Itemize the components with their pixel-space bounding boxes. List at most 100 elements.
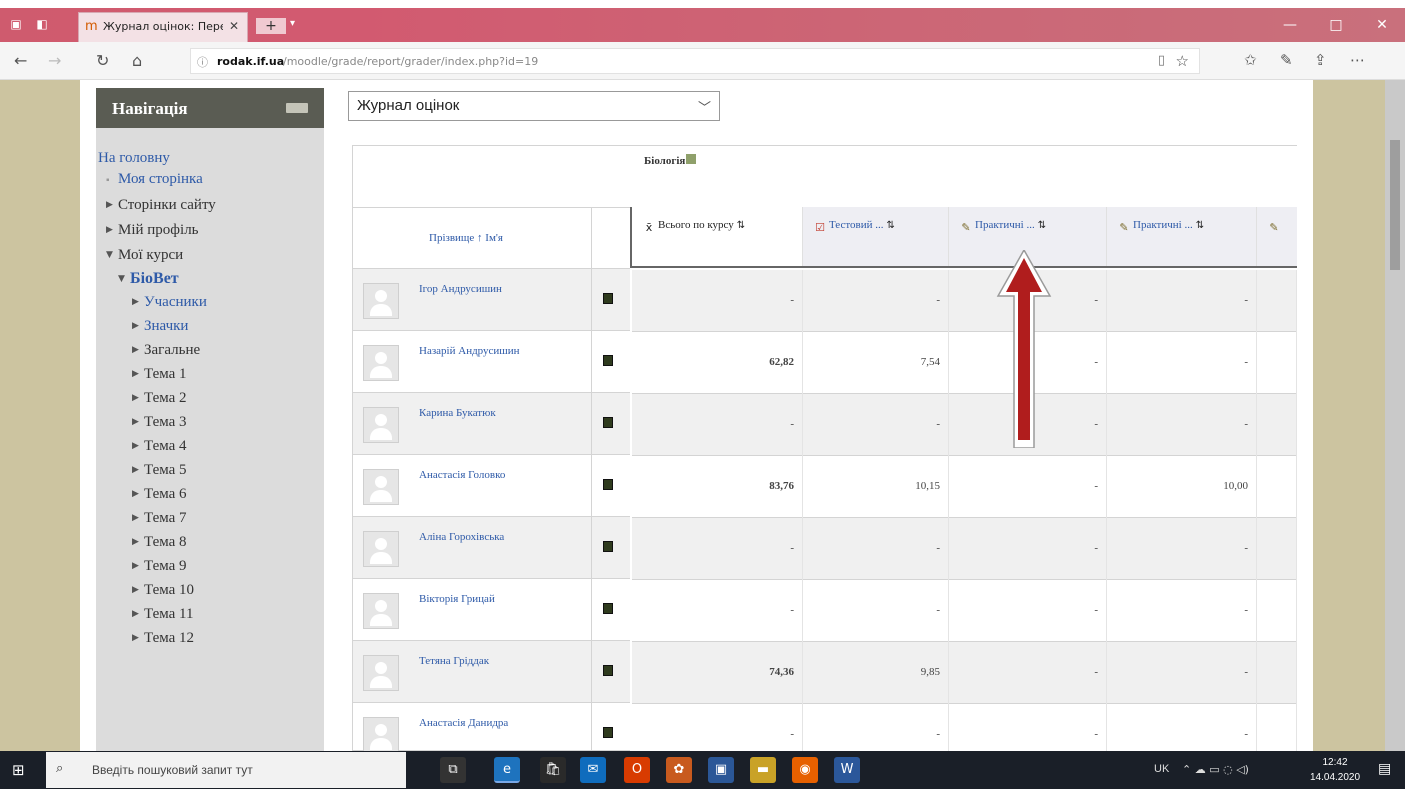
- sort-icon[interactable]: ⇅: [737, 220, 745, 231]
- paint-icon[interactable]: ✿: [666, 757, 692, 783]
- office-icon[interactable]: O: [624, 757, 650, 783]
- edge-browser-icon[interactable]: e: [494, 757, 520, 783]
- notifications-icon[interactable]: ▤: [1378, 761, 1391, 777]
- grade-item-header[interactable]: x̄ Всього по курсу ⇅: [632, 207, 803, 266]
- grade-cell[interactable]: -: [632, 580, 803, 642]
- maximize-button[interactable]: □: [1313, 8, 1359, 42]
- grade-cell[interactable]: [1257, 456, 1297, 518]
- user-report-icon[interactable]: [603, 541, 613, 552]
- grade-item-header[interactable]: ✎: [1257, 207, 1297, 266]
- grade-cell[interactable]: 7,54: [803, 332, 949, 394]
- forward-icon[interactable]: →: [48, 51, 61, 70]
- grade-cell[interactable]: -: [803, 704, 949, 751]
- nav-participants[interactable]: ▶ Учасники: [132, 294, 207, 311]
- word-icon[interactable]: W: [834, 757, 860, 783]
- grade-cell[interactable]: -: [632, 518, 803, 580]
- grade-cell[interactable]: -: [803, 394, 949, 456]
- minimize-button[interactable]: —: [1267, 8, 1313, 42]
- more-icon[interactable]: ⋯: [1350, 51, 1365, 69]
- grade-cell[interactable]: -: [803, 518, 949, 580]
- avatar[interactable]: [363, 717, 399, 753]
- tab-gradebook[interactable]: m Журнал оцінок: Перегл ✕: [78, 12, 248, 42]
- tab-close-icon[interactable]: ✕: [229, 19, 239, 33]
- student-name-link[interactable]: Аліна Горохівська: [419, 531, 504, 543]
- grade-cell[interactable]: -: [949, 456, 1107, 518]
- nav-topic-item[interactable]: ▶ Тема 9: [132, 558, 187, 575]
- student-name-link[interactable]: Тетяна Гріддак: [419, 655, 489, 667]
- grade-cell[interactable]: -: [1107, 704, 1257, 751]
- user-report-icon[interactable]: [603, 479, 613, 490]
- grade-item-title[interactable]: ☑ Тестовий ... ⇅: [813, 219, 895, 235]
- nav-home-link[interactable]: На головну: [98, 150, 170, 167]
- student-name-link[interactable]: Ігор Андрусишин: [419, 283, 502, 295]
- sort-icon[interactable]: ⇅: [1196, 220, 1204, 231]
- new-tab-button[interactable]: +: [256, 18, 286, 34]
- home-icon[interactable]: ⌂: [132, 51, 142, 70]
- avatar[interactable]: [363, 283, 399, 319]
- taskbar-search[interactable]: ⌕ Введіть пошуковий запит тут: [46, 752, 406, 788]
- avatar[interactable]: [363, 655, 399, 691]
- student-name-link[interactable]: Вікторія Грицай: [419, 593, 495, 605]
- back-icon[interactable]: ←: [14, 51, 27, 70]
- app-icon[interactable]: ▣: [708, 757, 734, 783]
- grade-cell[interactable]: 10,00: [1107, 456, 1257, 518]
- grade-item-title[interactable]: ✎ Практичні ... ⇅: [1117, 219, 1204, 235]
- avatar[interactable]: [363, 345, 399, 381]
- grade-item-header[interactable]: ✎ Практичні ... ⇅: [1107, 207, 1257, 266]
- grade-cell[interactable]: 62,82: [632, 332, 803, 394]
- nav-topic-item[interactable]: ▶ Тема 1: [132, 366, 187, 383]
- nav-my-page[interactable]: ▪ Моя сторінка: [106, 171, 203, 188]
- grade-cell[interactable]: 9,85: [803, 642, 949, 704]
- user-report-icon[interactable]: [603, 355, 613, 366]
- site-info-icon[interactable]: ⓘ: [197, 54, 208, 70]
- grade-cell[interactable]: -: [632, 270, 803, 332]
- student-name-link[interactable]: Карина Букатюк: [419, 407, 496, 419]
- block-toggle-icon[interactable]: [286, 103, 308, 113]
- grade-cell[interactable]: -: [1107, 332, 1257, 394]
- nav-badges[interactable]: ▶ Значки: [132, 318, 188, 335]
- grade-item-title[interactable]: x̄ Всього по курсу ⇅: [642, 219, 745, 235]
- nav-topic-item[interactable]: ▶ Тема 10: [132, 582, 194, 599]
- user-report-icon[interactable]: [603, 665, 613, 676]
- student-name-link[interactable]: Анастасія Головко: [419, 469, 505, 481]
- url-field[interactable]: ⓘ rodak.if.ua /moodle/grade/report/grade…: [190, 48, 1200, 74]
- grade-cell[interactable]: [1257, 580, 1297, 642]
- grade-cell[interactable]: 10,15: [803, 456, 949, 518]
- tray-icons[interactable]: ⌃ ☁ ▭ ◌ ◁): [1182, 763, 1249, 776]
- nav-topic-item[interactable]: ▶ Тема 7: [132, 510, 187, 527]
- user-report-icon[interactable]: [603, 603, 613, 614]
- grade-cell[interactable]: -: [949, 704, 1107, 751]
- grade-cell[interactable]: -: [803, 270, 949, 332]
- grade-cell[interactable]: -: [632, 704, 803, 751]
- notes-icon[interactable]: ✎: [1280, 51, 1293, 69]
- nav-general[interactable]: ▶ Загальне: [132, 342, 200, 359]
- user-report-icon[interactable]: [603, 293, 613, 304]
- nav-topic-item[interactable]: ▶ Тема 4: [132, 438, 187, 455]
- tab-list-chevron-icon[interactable]: ▾: [290, 18, 295, 29]
- nav-topic-item[interactable]: ▶ Тема 12: [132, 630, 194, 647]
- reading-view-icon[interactable]: ▯: [1158, 53, 1165, 68]
- nav-topic-item[interactable]: ▶ Тема 5: [132, 462, 187, 479]
- favorites-icon[interactable]: ✩: [1244, 51, 1257, 69]
- language-indicator[interactable]: UK: [1154, 763, 1169, 775]
- sort-icon[interactable]: ⇅: [1038, 220, 1046, 231]
- avatar[interactable]: [363, 593, 399, 629]
- tab-actions-icon[interactable]: ▣: [8, 17, 24, 31]
- nav-site-pages[interactable]: ▶ Сторінки сайту: [106, 197, 216, 214]
- grade-cell[interactable]: -: [1107, 270, 1257, 332]
- avatar[interactable]: [363, 531, 399, 567]
- sort-by-name-link[interactable]: Прізвище ↑ Ім'я: [429, 232, 503, 244]
- user-report-icon[interactable]: [603, 417, 613, 428]
- share-icon[interactable]: ⇪: [1314, 51, 1327, 69]
- grade-cell[interactable]: -: [949, 580, 1107, 642]
- grade-cell[interactable]: -: [1107, 394, 1257, 456]
- taskbar-clock[interactable]: 12:42 14.04.2020: [1310, 755, 1360, 785]
- grade-cell[interactable]: -: [949, 642, 1107, 704]
- grade-cell[interactable]: [1257, 642, 1297, 704]
- nav-topic-item[interactable]: ▶ Тема 8: [132, 534, 187, 551]
- nav-topic-item[interactable]: ▶ Тема 6: [132, 486, 187, 503]
- nav-topic-item[interactable]: ▶ Тема 11: [132, 606, 194, 623]
- scrollbar-thumb[interactable]: [1390, 140, 1400, 270]
- avatar[interactable]: [363, 469, 399, 505]
- grade-cell[interactable]: 83,76: [632, 456, 803, 518]
